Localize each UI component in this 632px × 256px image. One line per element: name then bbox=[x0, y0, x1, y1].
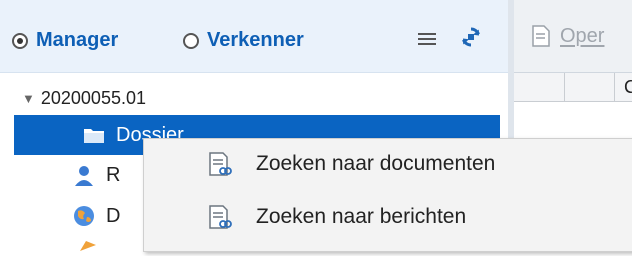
expand-triangle-icon[interactable]: ▼ bbox=[22, 91, 35, 106]
menu-item-zoeken-documenten[interactable]: Zoeken naar documenten bbox=[144, 142, 632, 186]
grid-header: C bbox=[514, 73, 632, 102]
radio-unselected-icon bbox=[183, 32, 199, 49]
context-menu: Zoeken naar documenten Zoeken naar beric… bbox=[143, 138, 632, 252]
tree-item-label: R bbox=[106, 163, 121, 186]
globe-icon bbox=[72, 204, 96, 228]
grid-header-cell[interactable] bbox=[514, 73, 565, 101]
manager-radio-label: Manager bbox=[36, 29, 119, 51]
search-messages-icon bbox=[209, 205, 232, 229]
manager-radio[interactable]: Manager bbox=[12, 29, 118, 52]
document-open-icon bbox=[532, 25, 550, 47]
menu-item-label: Zoeken naar documenten bbox=[256, 152, 496, 175]
tree-item-label: D bbox=[106, 204, 121, 227]
verkenner-radio-label: Verkenner bbox=[207, 29, 304, 51]
verkenner-radio[interactable]: Verkenner bbox=[183, 29, 304, 52]
grid-column-header[interactable]: C bbox=[624, 77, 632, 98]
hamburger-menu-icon[interactable] bbox=[418, 30, 436, 46]
menu-item-zoeken-berichten[interactable]: Zoeken naar berichten bbox=[144, 195, 632, 239]
partial-tree-item-icon bbox=[78, 238, 98, 251]
right-toolbar: Oper bbox=[514, 0, 632, 73]
person-icon bbox=[72, 163, 96, 187]
open-button[interactable]: Oper bbox=[530, 24, 604, 48]
menu-item-label: Zoeken naar berichten bbox=[256, 205, 467, 228]
search-documents-icon bbox=[209, 152, 232, 176]
sync-icon[interactable] bbox=[459, 25, 483, 49]
tree-root-node[interactable]: ▼ 20200055.01 bbox=[0, 78, 508, 118]
grid-header-cell[interactable] bbox=[564, 73, 615, 101]
folder-icon bbox=[82, 123, 106, 147]
radio-selected-icon bbox=[12, 32, 28, 49]
open-button-label: Oper bbox=[560, 24, 605, 47]
tree-root-label: 20200055.01 bbox=[40, 87, 146, 108]
left-toolbar: Manager Verkenner bbox=[0, 0, 508, 73]
